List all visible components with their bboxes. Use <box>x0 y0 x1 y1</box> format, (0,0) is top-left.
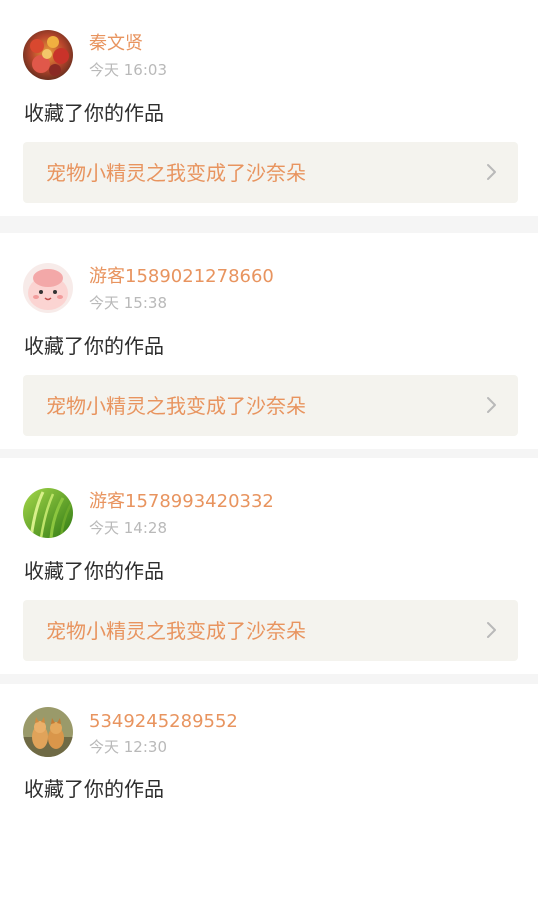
timestamp: 今天 14:28 <box>89 519 167 537</box>
action-text: 收藏了你的作品 <box>24 334 164 358</box>
action-text: 收藏了你的作品 <box>24 777 164 801</box>
username[interactable]: 游客1578993420332 <box>89 491 274 513</box>
username[interactable]: 5349245289552 <box>89 711 238 733</box>
notification-card: 5349245289552 今天 12:30 收藏了你的作品 <box>0 684 538 900</box>
chevron-right-icon <box>486 621 498 639</box>
autumn-leaves-avatar-icon[interactable] <box>23 30 73 80</box>
username[interactable]: 秦文贤 <box>89 33 143 55</box>
work-link[interactable]: 宠物小精灵之我变成了沙奈朵 <box>23 375 518 436</box>
timestamp: 今天 16:03 <box>89 61 167 79</box>
work-title: 宠物小精灵之我变成了沙奈朵 <box>46 161 306 185</box>
work-link[interactable]: 宠物小精灵之我变成了沙奈朵 <box>23 142 518 203</box>
action-text: 收藏了你的作品 <box>24 101 164 125</box>
notification-card: 秦文贤 今天 16:03 收藏了你的作品 宠物小精灵之我变成了沙奈朵 <box>0 0 538 216</box>
username[interactable]: 游客1589021278660 <box>89 266 274 288</box>
notification-feed: 秦文贤 今天 16:03 收藏了你的作品 宠物小精灵之我变成了沙奈朵 游客158… <box>0 0 538 900</box>
notification-card: 游客1578993420332 今天 14:28 收藏了你的作品 宠物小精灵之我… <box>0 458 538 674</box>
work-title: 宠物小精灵之我变成了沙奈朵 <box>46 619 306 643</box>
timestamp: 今天 12:30 <box>89 738 167 756</box>
chevron-right-icon <box>486 396 498 414</box>
timestamp: 今天 15:38 <box>89 294 167 312</box>
notification-card: 游客1589021278660 今天 15:38 收藏了你的作品 宠物小精灵之我… <box>0 233 538 449</box>
work-title: 宠物小精灵之我变成了沙奈朵 <box>46 394 306 418</box>
action-text: 收藏了你的作品 <box>24 559 164 583</box>
green-grass-avatar-icon[interactable] <box>23 488 73 538</box>
chevron-right-icon <box>486 163 498 181</box>
work-link[interactable]: 宠物小精灵之我变成了沙奈朵 <box>23 600 518 661</box>
cats-avatar-icon[interactable] <box>23 707 73 757</box>
pink-cartoon-avatar-icon[interactable] <box>23 263 73 313</box>
